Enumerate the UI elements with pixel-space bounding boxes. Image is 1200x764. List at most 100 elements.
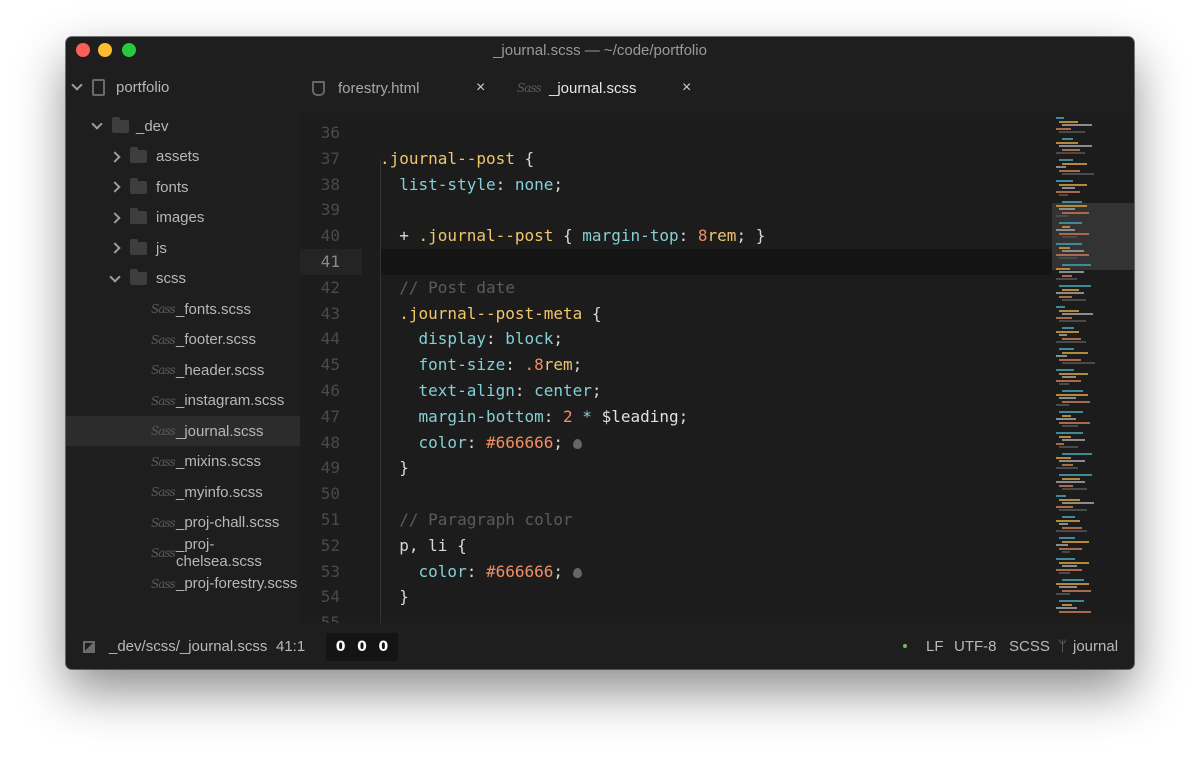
- encoding-selector[interactable]: UTF-8: [954, 638, 997, 655]
- code-line[interactable]: .journal--post {: [380, 149, 534, 168]
- minimap-line: [1059, 586, 1077, 588]
- line-number[interactable]: 49: [300, 458, 340, 477]
- tab-close-button[interactable]: ×: [682, 79, 691, 97]
- code-line[interactable]: // Post date: [380, 278, 515, 297]
- tree-file[interactable]: Sass _fonts.scss: [66, 294, 300, 324]
- tree-folder[interactable]: _dev: [66, 111, 300, 141]
- tree-file[interactable]: Sass _proj-chelsea.scss: [66, 536, 300, 570]
- minimap-line: [1059, 446, 1078, 448]
- minimap-line: [1059, 498, 1080, 501]
- minimap-line: [1056, 495, 1066, 497]
- line-number[interactable]: 50: [300, 484, 340, 503]
- line-number[interactable]: 53: [300, 562, 340, 581]
- code-line[interactable]: // Paragraph color: [380, 510, 572, 529]
- git-branch[interactable]: journal: [1073, 638, 1118, 655]
- line-number[interactable]: 51: [300, 510, 340, 529]
- tree-item-label: images: [156, 209, 205, 226]
- minimap-line: [1059, 372, 1088, 375]
- minimap-line: [1059, 159, 1073, 161]
- code-line[interactable]: list-style: none;: [380, 175, 563, 194]
- color-swatch-icon[interactable]: [573, 567, 583, 578]
- line-number[interactable]: 38: [300, 175, 340, 194]
- tree-toggle-icon[interactable]: [83, 641, 95, 653]
- code-token: :: [514, 381, 535, 400]
- tree-folder[interactable]: assets: [66, 142, 300, 172]
- line-number[interactable]: 44: [300, 329, 340, 348]
- tab-forestry-html[interactable]: forestry.html ×: [300, 63, 505, 113]
- tree-folder[interactable]: js: [66, 233, 300, 263]
- code-token: font-size: [380, 355, 506, 375]
- minimap[interactable]: [1052, 113, 1134, 623]
- minimap-line: [1056, 593, 1070, 595]
- line-number[interactable]: 47: [300, 407, 340, 426]
- code-line[interactable]: .journal--post-meta {: [380, 303, 601, 323]
- tree-file[interactable]: Sass _header.scss: [66, 355, 300, 385]
- minimap-line: [1062, 565, 1077, 567]
- tree-project-root[interactable]: portfolio: [66, 72, 300, 102]
- grammar-selector[interactable]: SCSS: [1009, 638, 1050, 655]
- minimap-line: [1062, 477, 1080, 480]
- code-token: ; }: [736, 226, 766, 246]
- code-token: ;: [572, 355, 583, 375]
- code-line[interactable]: display: block;: [380, 329, 564, 348]
- tree-file[interactable]: Sass _journal.scss: [66, 416, 300, 446]
- tree-file[interactable]: Sass _mixins.scss: [66, 447, 300, 477]
- line-number[interactable]: 55: [300, 613, 340, 623]
- code-token: }: [380, 587, 409, 607]
- code-line[interactable]: font-size: .8rem;: [380, 355, 583, 375]
- code-token: .journal--post: [380, 148, 515, 168]
- line-number[interactable]: 43: [300, 304, 340, 323]
- code-token: :: [466, 432, 486, 452]
- tree-folder[interactable]: images: [66, 203, 300, 233]
- tree-item-label: js: [156, 239, 167, 257]
- code-line[interactable]: p, li {: [380, 536, 466, 555]
- tree-view: portfolio _dev assets fonts images js scss Sas…: [66, 63, 300, 623]
- tree-file[interactable]: Sass _footer.scss: [66, 325, 300, 355]
- tree-folder[interactable]: scss: [66, 264, 300, 294]
- code-line[interactable]: color: #666666;: [380, 562, 583, 581]
- color-swatch-icon[interactable]: [573, 438, 583, 449]
- code-token: // Post date: [380, 277, 515, 297]
- tab-close-button[interactable]: ×: [476, 79, 485, 97]
- minimap-line: [1059, 120, 1078, 123]
- line-number[interactable]: 42: [300, 278, 340, 297]
- tree-folder[interactable]: fonts: [66, 172, 300, 202]
- tree-file[interactable]: Sass _proj-forestry.scss: [66, 569, 300, 599]
- line-number[interactable]: 45: [300, 355, 340, 374]
- line-ending-selector[interactable]: LF: [926, 638, 944, 655]
- tree-file[interactable]: Sass _instagram.scss: [66, 386, 300, 416]
- code-token: .journal--post-meta: [380, 303, 583, 323]
- line-number[interactable]: 39: [300, 200, 340, 219]
- code-line[interactable]: }: [380, 587, 409, 606]
- tree-file[interactable]: Sass _myinfo.scss: [66, 477, 300, 507]
- diagnostics-counts[interactable]: 0 0 0: [326, 633, 398, 661]
- line-number[interactable]: 37: [300, 149, 340, 168]
- file-path[interactable]: _dev/scss/_journal.scss: [109, 638, 267, 655]
- line-number[interactable]: 41: [300, 252, 340, 271]
- line-number[interactable]: 54: [300, 587, 340, 606]
- code-line[interactable]: }: [380, 458, 409, 477]
- line-number[interactable]: 36: [300, 123, 340, 142]
- code-editor[interactable]: 36 37 .journal--post { 38 list-style: none;…: [300, 113, 1052, 623]
- minimap-line: [1062, 551, 1070, 553]
- minimap-line: [1062, 148, 1080, 151]
- code-line[interactable]: color: #666666;: [380, 432, 583, 452]
- minimap-line: [1062, 526, 1082, 529]
- line-number[interactable]: 48: [300, 433, 340, 452]
- code-token: :: [505, 355, 525, 375]
- tree-file[interactable]: Sass _proj-chall.scss: [66, 508, 300, 538]
- sass-file-icon: Sass: [151, 393, 176, 408]
- line-number[interactable]: 46: [300, 381, 340, 400]
- cursor-position[interactable]: 41:1: [276, 638, 305, 655]
- line-number[interactable]: 40: [300, 226, 340, 245]
- minimap-line: [1062, 138, 1073, 140]
- minimap-line: [1059, 537, 1075, 539]
- code-line[interactable]: text-align: center;: [380, 381, 602, 400]
- code-line[interactable]: margin-bottom: 2 * $leading;: [380, 407, 689, 426]
- line-number[interactable]: 52: [300, 536, 340, 555]
- minimap-line: [1062, 187, 1075, 189]
- minimap-line: [1056, 432, 1083, 434]
- code-line[interactable]: + .journal--post { margin-top: 8rem; }: [380, 226, 765, 245]
- minimap-line: [1056, 127, 1071, 130]
- tab-journal-scss[interactable]: Sass _journal.scss ×: [505, 63, 710, 113]
